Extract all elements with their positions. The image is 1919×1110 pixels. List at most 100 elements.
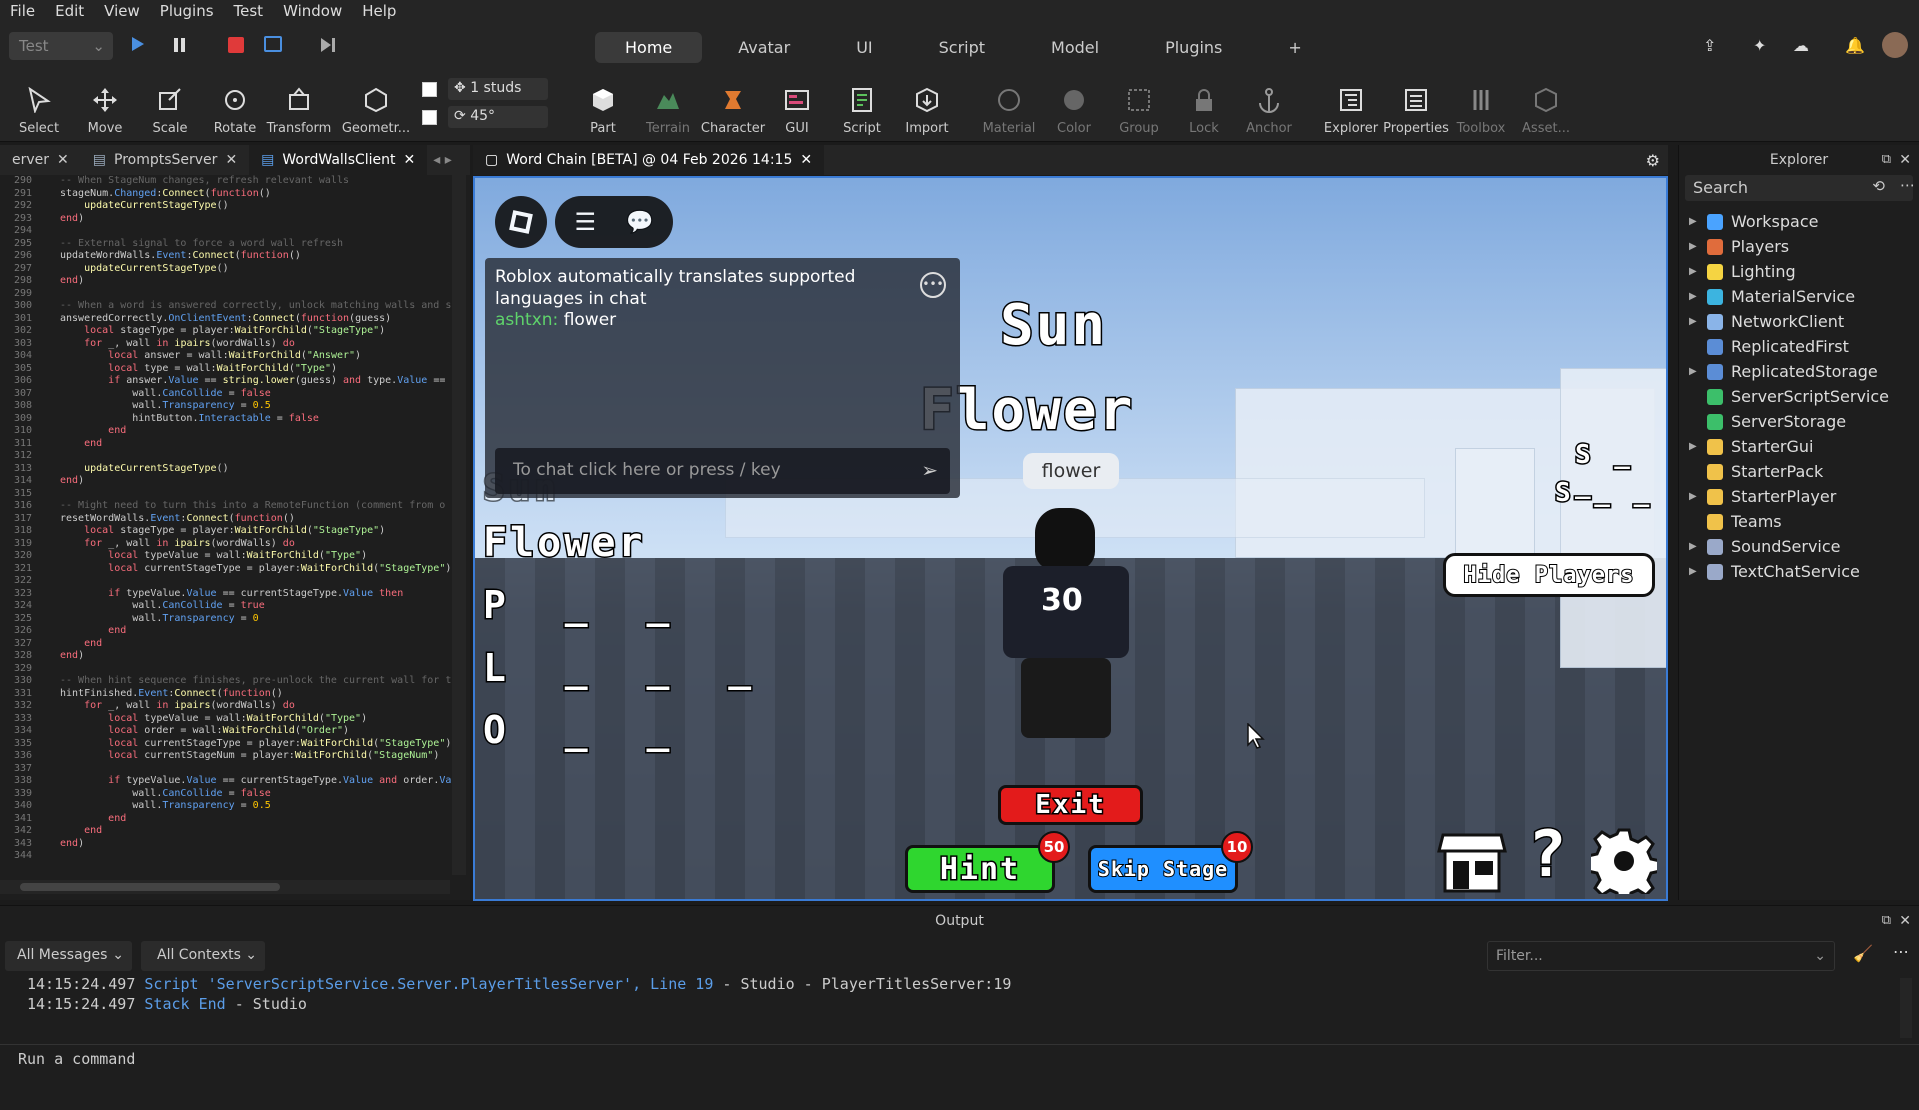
rotate-snap-checkbox[interactable] <box>422 110 437 125</box>
expand-arrow-icon[interactable]: ▶ <box>1689 541 1699 552</box>
tab-server-script[interactable]: erver ✕ <box>0 145 81 175</box>
close-icon[interactable]: ✕ <box>800 152 812 168</box>
client-server-icon[interactable] <box>264 36 282 52</box>
transform-tool[interactable]: Transform <box>267 70 331 142</box>
roblox-menu-button[interactable] <box>495 196 547 248</box>
editor-horizontal-scrollbar[interactable] <box>0 880 450 894</box>
explorer-item[interactable]: ServerScriptService <box>1679 384 1919 409</box>
anchor-tool[interactable]: Anchor <box>1238 70 1300 142</box>
exit-button[interactable]: Exit <box>998 785 1143 825</box>
player-character[interactable]: 30 <box>1003 508 1129 738</box>
mode-select[interactable]: Test ⌄ <box>9 32 113 60</box>
script-editor[interactable]: 290 291 292 293 294 295 296 297 298 299 300 301 302 3… <box>0 175 470 900</box>
shop-icon[interactable] <box>1437 831 1507 893</box>
hamburger-menu-icon[interactable]: ☰ <box>575 208 597 236</box>
tab-ui[interactable]: UI <box>826 32 902 63</box>
undock-icon[interactable]: ⧉ <box>1882 906 1891 936</box>
hide-players-button[interactable]: Hide Players <box>1443 553 1655 597</box>
tab-game-viewport[interactable]: ▢ Word Chain [BETA] @ 04 Feb 2026 14:15 ✕ <box>473 145 825 175</box>
explorer-item[interactable]: ▶ Players <box>1679 234 1919 259</box>
explorer-item[interactable]: ServerStorage <box>1679 409 1919 434</box>
command-bar-input[interactable]: Run a command <box>0 1044 1919 1072</box>
lock-tool[interactable]: Lock <box>1173 70 1235 142</box>
pause-icon[interactable] <box>172 37 188 53</box>
expand-arrow-icon[interactable]: ▶ <box>1689 316 1699 327</box>
explorer-item[interactable]: ▶ StarterGui <box>1679 434 1919 459</box>
menu-plugins[interactable]: Plugins <box>150 2 224 20</box>
code-text[interactable]: -- When StageNum changes, refresh releva… <box>60 175 451 850</box>
gear-icon[interactable]: ⚙ <box>1646 151 1660 170</box>
properties-tool[interactable]: Properties <box>1383 70 1449 142</box>
material-tool[interactable]: Material <box>978 70 1040 142</box>
expand-arrow-icon[interactable]: ▶ <box>1689 266 1699 277</box>
move-snap-input[interactable]: ✥ 1 studs <box>448 78 548 100</box>
menu-file[interactable]: File <box>0 2 45 20</box>
more-icon[interactable]: ⋯ <box>1900 176 1915 194</box>
explorer-item[interactable]: ▶ Lighting <box>1679 259 1919 284</box>
color-tool[interactable]: Color <box>1043 70 1105 142</box>
tab-script[interactable]: Script <box>909 32 1015 63</box>
editor-vertical-scrollbar[interactable] <box>452 175 466 875</box>
explorer-item[interactable]: ReplicatedFirst <box>1679 334 1919 359</box>
assistant-icon[interactable]: ✦ <box>1753 36 1771 55</box>
more-icon[interactable]: ⋯ <box>1893 942 1909 961</box>
terrain-tool[interactable]: Terrain <box>637 70 699 142</box>
expand-arrow-icon[interactable]: ▶ <box>1689 366 1699 377</box>
menu-help[interactable]: Help <box>352 2 406 20</box>
expand-arrow-icon[interactable]: ▶ <box>1689 491 1699 502</box>
context-filter-select[interactable]: All Contexts ⌄ <box>141 941 265 971</box>
close-icon[interactable]: ✕ <box>1899 906 1911 936</box>
close-icon[interactable]: ✕ <box>404 152 416 168</box>
close-icon[interactable]: ✕ <box>1899 145 1911 175</box>
expand-arrow-icon[interactable]: ▶ <box>1689 441 1699 452</box>
explorer-item[interactable]: ▶ MaterialService <box>1679 284 1919 309</box>
stop-icon[interactable] <box>228 37 244 53</box>
add-tab-icon[interactable]: + <box>1258 32 1331 63</box>
step-icon[interactable] <box>320 37 336 53</box>
output-filter-input[interactable]: Filter... ⌄ <box>1487 941 1835 971</box>
tab-prompts-server[interactable]: ▤ PromptsServer ✕ <box>81 145 249 175</box>
settings-gear-icon[interactable] <box>1586 828 1662 899</box>
explorer-tool[interactable]: Explorer <box>1320 70 1382 142</box>
part-tool[interactable]: Part <box>572 70 634 142</box>
import-tool[interactable]: Import <box>896 70 958 142</box>
expand-arrow-icon[interactable]: ▶ <box>1689 216 1699 227</box>
asset-manager-tool[interactable]: Asset... <box>1515 70 1577 142</box>
message-filter-select[interactable]: All Messages ⌄ <box>5 941 132 971</box>
move-snap-checkbox[interactable] <box>422 82 437 97</box>
gui-tool[interactable]: GUI <box>766 70 828 142</box>
script-tool[interactable]: Script <box>831 70 893 142</box>
undock-icon[interactable]: ⧉ <box>1882 145 1891 175</box>
game-viewport[interactable]: Sun Flower S _ _ S _ _ Sun Flower P _ _ … <box>473 176 1668 901</box>
rotate-snap-input[interactable]: ⟳ 45° <box>448 106 548 128</box>
group-tool[interactable]: Group <box>1108 70 1170 142</box>
expand-arrow-icon[interactable]: ▶ <box>1689 291 1699 302</box>
explorer-item[interactable]: ▶ ReplicatedStorage <box>1679 359 1919 384</box>
explorer-item[interactable]: ▶ NetworkClient <box>1679 309 1919 334</box>
tab-model[interactable]: Model <box>1021 32 1129 63</box>
help-icon[interactable]: ? <box>1527 817 1568 894</box>
tab-word-walls-client[interactable]: ▤ WordWallsClient ✕ <box>249 145 428 175</box>
share-icon[interactable]: ⇪ <box>1703 36 1721 55</box>
explorer-item[interactable]: ▶ Workspace <box>1679 209 1919 234</box>
select-tool[interactable]: Select <box>8 70 70 142</box>
toolbox-tool[interactable]: Toolbox <box>1450 70 1512 142</box>
explorer-item[interactable]: ▶ TextChatService <box>1679 559 1919 584</box>
scroll-tabs-left-icon[interactable]: ◂ ▸ <box>427 145 458 175</box>
close-icon[interactable]: ✕ <box>57 152 69 168</box>
hint-button[interactable]: Hint <box>905 845 1055 893</box>
output-message[interactable]: Script 'ServerScriptService.Server.Playe… <box>144 975 713 993</box>
menu-test[interactable]: Test <box>224 2 274 20</box>
tab-avatar[interactable]: Avatar <box>708 32 820 63</box>
scale-tool[interactable]: Scale <box>139 70 201 142</box>
clear-output-icon[interactable]: 🧹 <box>1853 944 1873 963</box>
history-icon[interactable]: ⟲ <box>1872 177 1885 195</box>
output-message[interactable]: Stack End <box>144 995 225 1013</box>
explorer-item[interactable]: Teams <box>1679 509 1919 534</box>
notification-icon[interactable]: 🔔 <box>1845 36 1865 55</box>
explorer-item[interactable]: ▶ StarterPlayer <box>1679 484 1919 509</box>
menu-edit[interactable]: Edit <box>45 2 94 20</box>
close-icon[interactable]: ✕ <box>225 152 237 168</box>
send-icon[interactable]: ➢ <box>921 458 938 482</box>
output-scrollbar[interactable] <box>1900 978 1912 1038</box>
